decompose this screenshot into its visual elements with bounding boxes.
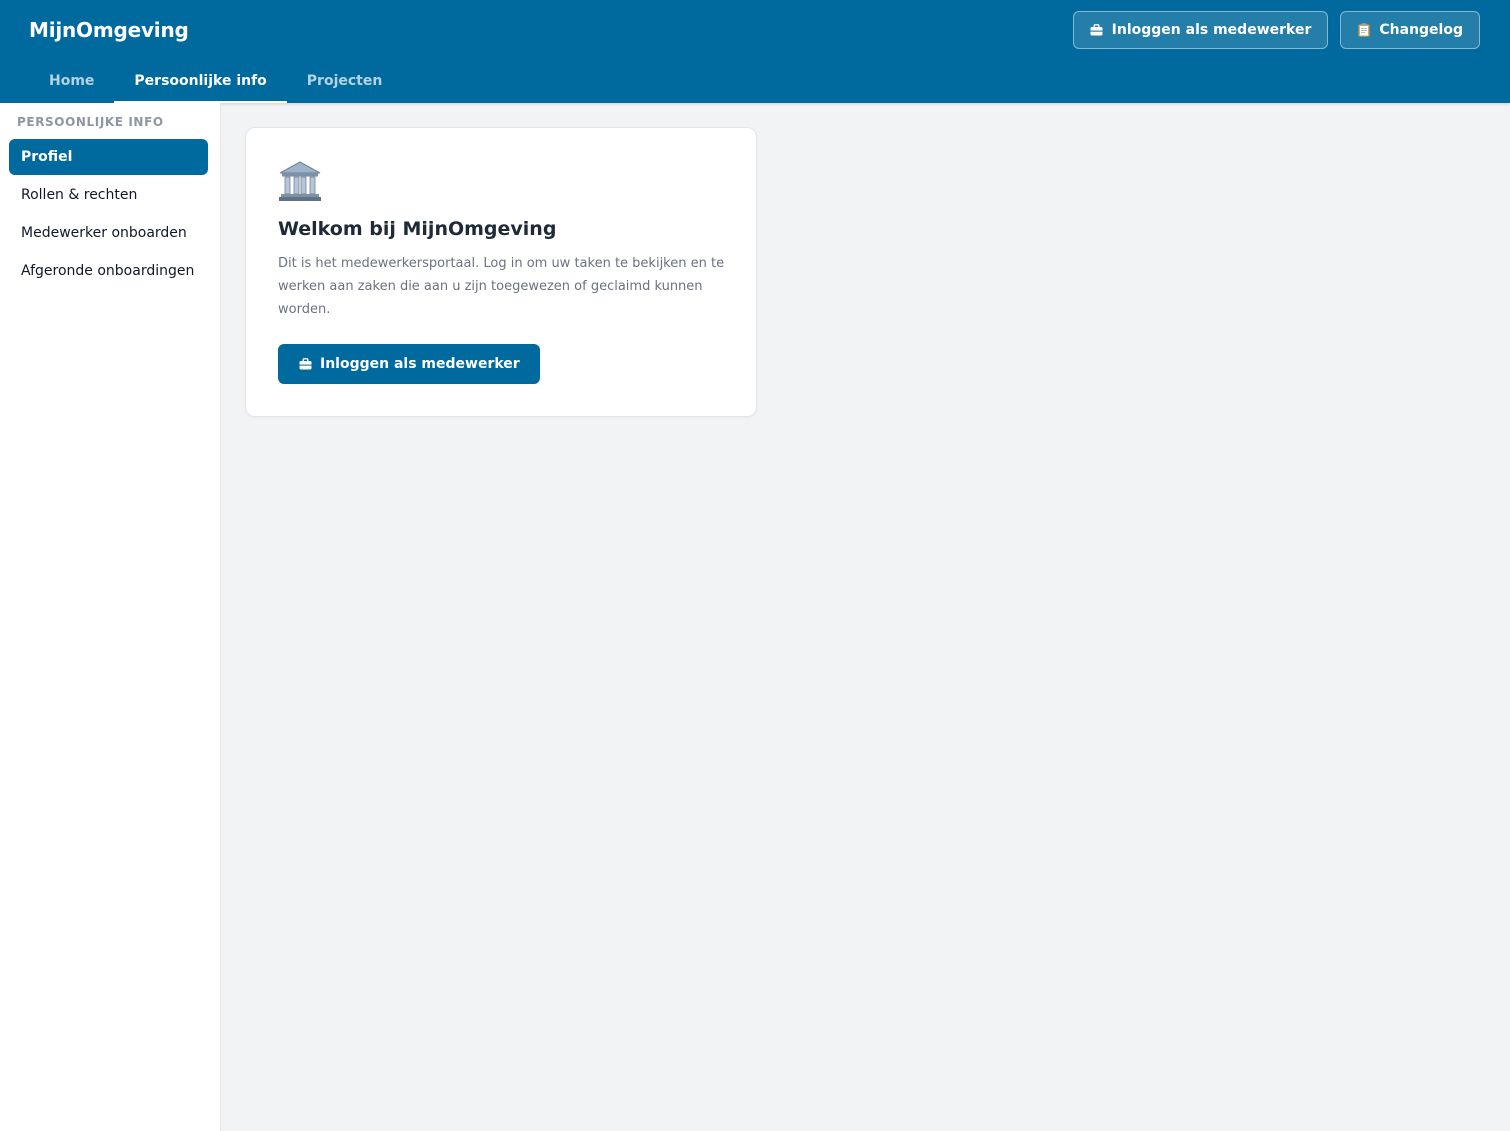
sidebar-item-profiel[interactable]: Profiel [9, 139, 208, 175]
sidebar-item-afgeronde-onboardingen[interactable]: Afgeronde onboardingen [9, 253, 208, 289]
welcome-card: Welkom bij MijnOmgeving Dit is het medew… [245, 127, 757, 417]
main-tabs: Home Persoonlijke info Projecten [29, 60, 402, 103]
briefcase-icon [1090, 23, 1104, 37]
tab-projecten[interactable]: Projecten [287, 60, 403, 103]
classical-building-icon [278, 160, 322, 204]
sidebar-item-medewerker-onboarden[interactable]: Medewerker onboarden [9, 215, 208, 251]
card-login-button[interactable]: Inloggen als medewerker [278, 344, 540, 384]
briefcase-icon [298, 357, 312, 371]
sidebar-heading: PERSOONLIJKE INFO [17, 115, 164, 129]
login-as-employee-button[interactable]: Inloggen als medewerker [1072, 11, 1329, 49]
welcome-title: Welkom bij MijnOmgeving [278, 218, 557, 240]
sidebar: PERSOONLIJKE INFO Profiel Rollen & recht… [0, 103, 221, 1131]
changelog-label: Changelog [1379, 22, 1463, 38]
login-as-employee-label: Inloggen als medewerker [1111, 22, 1312, 38]
top-header: MijnOmgeving Inloggen als medewerker Cha… [0, 0, 1510, 103]
card-login-label: Inloggen als medewerker [320, 356, 520, 372]
tab-home[interactable]: Home [29, 60, 114, 103]
header-actions: Inloggen als medewerker Changelog [1072, 11, 1480, 49]
changelog-button[interactable]: Changelog [1340, 11, 1480, 49]
sidebar-list: Profiel Rollen & rechten Medewerker onbo… [9, 139, 208, 291]
sidebar-item-rollen-rechten[interactable]: Rollen & rechten [9, 177, 208, 213]
clipboard-icon [1357, 23, 1371, 37]
welcome-description: Dit is het medewerkersportaal. Log in om… [278, 256, 725, 317]
tab-persoonlijke-info[interactable]: Persoonlijke info [114, 60, 287, 103]
brand-title[interactable]: MijnOmgeving [29, 18, 189, 42]
